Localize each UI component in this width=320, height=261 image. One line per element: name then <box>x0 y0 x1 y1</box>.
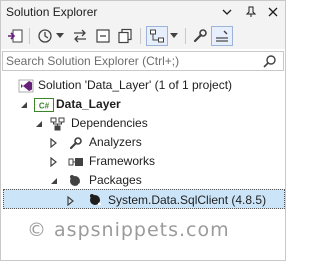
close-icon[interactable] <box>265 4 281 20</box>
window-title: Solution Explorer <box>6 5 98 19</box>
solution-tree: Solution 'Data_Layer' (1 of 1 project) C… <box>1 73 285 213</box>
nuget-package-icon <box>88 192 104 208</box>
pin-icon[interactable] <box>243 4 259 20</box>
collapsed-arrow-icon[interactable] <box>49 137 59 149</box>
tree-item-analyzers[interactable]: Analyzers <box>1 133 285 152</box>
watermark: © aspsnippets.com <box>27 219 230 241</box>
sync-icon[interactable] <box>71 26 89 46</box>
packages-label: Packages <box>89 173 142 187</box>
toolbar-separator <box>185 28 186 44</box>
dependencies-icon <box>50 116 66 132</box>
visual-studio-solution-icon <box>18 78 34 94</box>
collapsed-arrow-icon[interactable] <box>66 195 76 207</box>
analyzers-label: Analyzers <box>89 135 142 149</box>
toolbar-separator <box>29 28 30 44</box>
tree-item-package-sqlclient[interactable]: System.Data.SqlClient (4.8.5) <box>3 189 285 209</box>
collapse-all-icon[interactable] <box>94 26 112 46</box>
toolbar-separator <box>140 28 141 44</box>
expanded-arrow-icon[interactable] <box>49 175 59 185</box>
tree-item-dependencies[interactable]: Dependencies <box>1 114 285 133</box>
svg-text:C#: C# <box>39 102 50 111</box>
properties-wrench-icon[interactable] <box>191 26 209 46</box>
search-box[interactable] <box>2 51 284 71</box>
preview-selected-items-icon[interactable] <box>211 26 233 46</box>
expanded-arrow-icon[interactable] <box>34 118 44 128</box>
packages-icon <box>68 173 84 189</box>
sync-active-document-icon[interactable] <box>6 26 24 46</box>
filter-dropdown-icon[interactable] <box>169 26 179 46</box>
history-icon[interactable] <box>36 26 54 46</box>
solution-explorer-window: Solution Explorer Search Solution Explor… <box>0 0 286 261</box>
window-options-icon[interactable] <box>219 4 235 20</box>
tree-item-project[interactable]: C# Data_Layer <box>1 95 285 114</box>
frameworks-icon <box>68 154 84 170</box>
search-icon[interactable] <box>263 54 277 68</box>
package-label: System.Data.SqlClient (4.8.5) <box>108 193 267 207</box>
history-dropdown-icon[interactable] <box>55 26 65 46</box>
analyzers-icon <box>68 135 84 151</box>
collapsed-arrow-icon[interactable] <box>49 156 59 168</box>
project-label: Data_Layer <box>56 97 121 111</box>
toolbar <box>1 23 285 49</box>
search-input[interactable] <box>6 54 256 68</box>
tree-item-packages[interactable]: Packages <box>1 171 285 190</box>
tree-item-frameworks[interactable]: Frameworks <box>1 152 285 171</box>
show-all-files-icon[interactable] <box>116 26 134 46</box>
filter-icon[interactable] <box>146 26 168 46</box>
frameworks-label: Frameworks <box>89 154 156 168</box>
csharp-project-icon: C# <box>34 97 54 113</box>
dependencies-label: Dependencies <box>71 116 148 130</box>
solution-label: Solution 'Data_Layer' (1 of 1 project) <box>38 78 233 92</box>
tree-item-solution[interactable]: Solution 'Data_Layer' (1 of 1 project) <box>1 76 285 95</box>
title-bar: Solution Explorer <box>1 1 285 23</box>
expanded-arrow-icon[interactable] <box>19 99 29 109</box>
